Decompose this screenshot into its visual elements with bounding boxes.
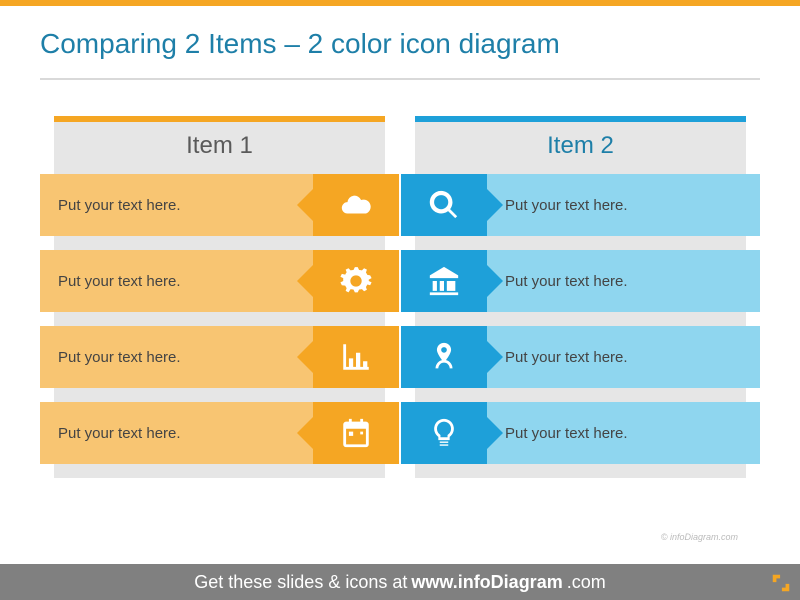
- list-item: Put your text here.: [54, 174, 385, 236]
- watermark-text: © infoDiagram.com: [661, 532, 738, 542]
- row-text: Put your text here.: [487, 326, 760, 388]
- magnifier-icon: [401, 174, 487, 236]
- cloud-icon: [313, 174, 399, 236]
- slide-title: Comparing 2 Items – 2 color icon diagram: [0, 6, 800, 60]
- bar-chart-icon: [313, 326, 399, 388]
- list-item: Put your text here.: [415, 250, 746, 312]
- footer-emphasis: www.infoDiagram: [411, 572, 562, 593]
- gears-icon: [313, 250, 399, 312]
- list-item: Put your text here.: [415, 402, 746, 464]
- row-text: Put your text here.: [487, 174, 760, 236]
- column-item-2: Item 2 Put your text here. Put your text…: [415, 116, 746, 478]
- column-1-heading: Item 1: [54, 122, 385, 174]
- row-text: Put your text here.: [487, 402, 760, 464]
- row-text: Put your text here.: [40, 174, 313, 236]
- list-item: Put your text here.: [54, 326, 385, 388]
- column-2-rows: Put your text here. Put your text here. …: [415, 174, 746, 464]
- list-item: Put your text here.: [54, 250, 385, 312]
- footer-bar: Get these slides & icons at www.infoDiag…: [0, 564, 800, 600]
- row-text: Put your text here.: [40, 326, 313, 388]
- list-item: Put your text here.: [54, 402, 385, 464]
- bank-icon: [401, 250, 487, 312]
- comparison-content: Item 1 Put your text here. Put your text…: [0, 80, 800, 478]
- row-text: Put your text here.: [40, 250, 313, 312]
- list-item: Put your text here.: [415, 174, 746, 236]
- column-item-1: Item 1 Put your text here. Put your text…: [54, 116, 385, 478]
- footer-prefix: Get these slides & icons at: [194, 572, 407, 593]
- footer-suffix: .com: [567, 572, 606, 593]
- footer-corner-icon: [770, 572, 792, 594]
- list-item: Put your text here.: [415, 326, 746, 388]
- lightbulb-icon: [401, 402, 487, 464]
- row-text: Put your text here.: [40, 402, 313, 464]
- target-pin-icon: [401, 326, 487, 388]
- column-1-rows: Put your text here. Put your text here. …: [54, 174, 385, 464]
- column-2-heading: Item 2: [415, 122, 746, 174]
- calendar-icon: [313, 402, 399, 464]
- row-text: Put your text here.: [487, 250, 760, 312]
